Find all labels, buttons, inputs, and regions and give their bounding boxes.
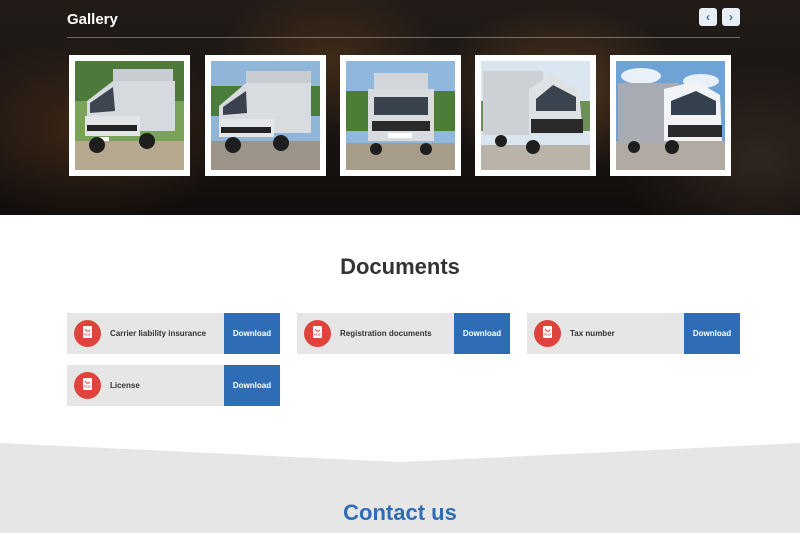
document-item: PDF License Download bbox=[67, 365, 280, 406]
pdf-icon: PDF bbox=[74, 320, 101, 347]
svg-text:PDF: PDF bbox=[544, 332, 553, 337]
page: Gallery ‹ › Documents PDF Carrier liabil… bbox=[0, 0, 800, 533]
contact-section: Contact us bbox=[0, 443, 800, 533]
van-photo-2 bbox=[211, 61, 320, 170]
document-label: Tax number bbox=[570, 329, 615, 338]
gallery-thumbnail[interactable] bbox=[475, 55, 596, 176]
van-photo-3 bbox=[346, 61, 455, 170]
van-photo-1 bbox=[75, 61, 184, 170]
document-label: Registration documents bbox=[340, 329, 432, 338]
van-photo-4 bbox=[481, 61, 590, 170]
svg-text:PDF: PDF bbox=[314, 332, 323, 337]
download-button[interactable]: Download bbox=[684, 313, 740, 354]
chevron-right-icon[interactable]: › bbox=[722, 8, 740, 26]
pdf-icon: PDF bbox=[304, 320, 331, 347]
gallery-title: Gallery bbox=[67, 11, 118, 28]
chevron-left-icon[interactable]: ‹ bbox=[699, 8, 717, 26]
gallery-thumbnail[interactable] bbox=[205, 55, 326, 176]
document-label: Carrier liability insurance bbox=[110, 329, 207, 338]
gallery-thumbnail[interactable] bbox=[610, 55, 731, 176]
document-item: PDF Tax number Download bbox=[527, 313, 740, 354]
pdf-icon: PDF bbox=[534, 320, 561, 347]
documents-title: Documents bbox=[340, 254, 460, 279]
svg-text:PDF: PDF bbox=[84, 332, 93, 337]
pdf-icon: PDF bbox=[74, 372, 101, 399]
gallery-section: Gallery ‹ › bbox=[0, 0, 800, 215]
download-button[interactable]: Download bbox=[454, 313, 510, 354]
document-item: PDF Registration documents Download bbox=[297, 313, 510, 354]
document-item: PDF Carrier liability insurance Download bbox=[67, 313, 280, 354]
van-photo-5 bbox=[616, 61, 725, 170]
download-button[interactable]: Download bbox=[224, 313, 280, 354]
gallery-divider bbox=[67, 37, 740, 38]
gallery-thumbnail[interactable] bbox=[69, 55, 190, 176]
gallery-thumbnail[interactable] bbox=[340, 55, 461, 176]
svg-text:PDF: PDF bbox=[84, 384, 93, 389]
contact-title: Contact us bbox=[343, 500, 457, 525]
document-label: License bbox=[110, 381, 140, 390]
download-button[interactable]: Download bbox=[224, 365, 280, 406]
